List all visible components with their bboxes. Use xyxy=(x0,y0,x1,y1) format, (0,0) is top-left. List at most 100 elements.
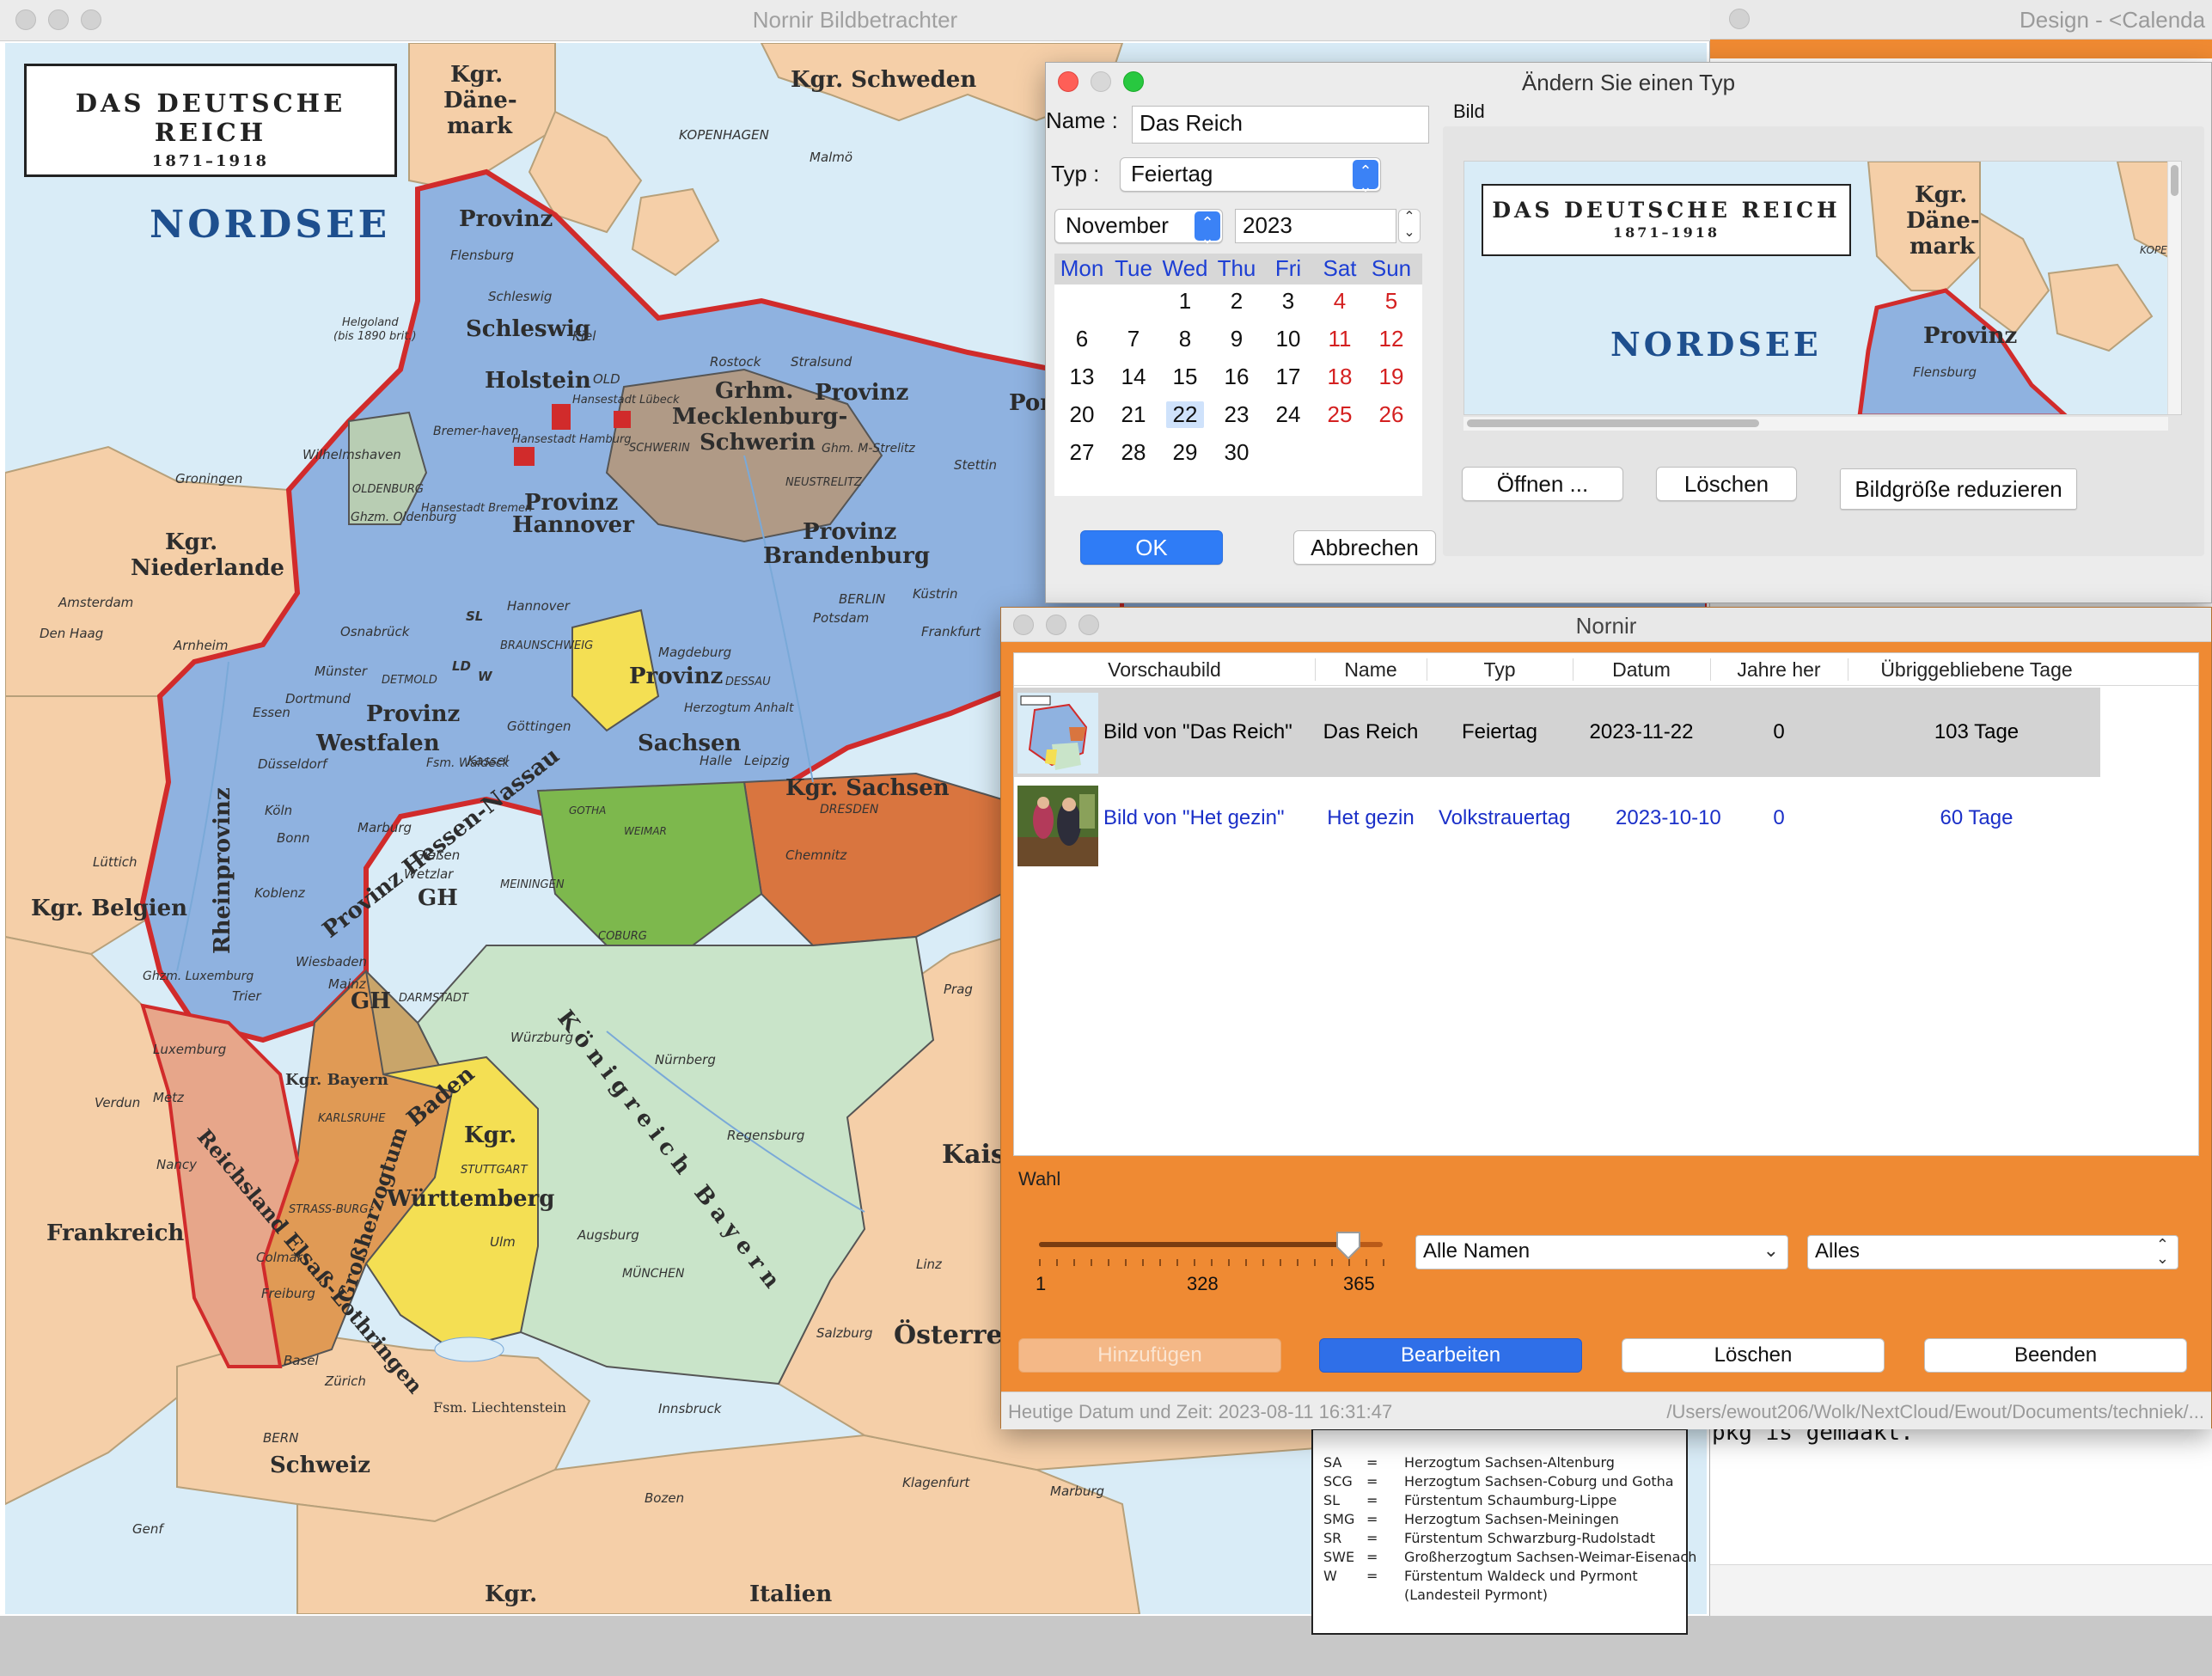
map-label: Schweiz xyxy=(270,1453,371,1478)
reduce-image-size-button[interactable]: Bildgröße reduzieren xyxy=(1840,468,2077,510)
map-label: Marburg xyxy=(1050,1483,1105,1499)
calendar-day[interactable]: 25 xyxy=(1321,401,1359,428)
calendar-day[interactable]: 10 xyxy=(1269,326,1307,352)
calendar-day[interactable]: 13 xyxy=(1063,364,1101,390)
map-label: SCHWERIN xyxy=(629,442,690,455)
map-label: Württemberg xyxy=(387,1186,555,1212)
preview-horizontal-scrollbar[interactable] xyxy=(1463,417,2168,431)
calendar-day[interactable]: 6 xyxy=(1063,326,1101,352)
map-label: DESSAU xyxy=(725,676,771,688)
cancel-button[interactable]: Abbrechen xyxy=(1293,530,1436,565)
updown-arrows-icon: ⌃ ⌄ xyxy=(1195,211,1220,246)
year-field[interactable]: 2023 xyxy=(1235,209,1396,243)
ok-button[interactable]: OK xyxy=(1080,530,1223,565)
preview-sea-label: NORDSEE xyxy=(1610,325,1822,364)
map-label: Den Haag xyxy=(40,626,104,641)
delete-button[interactable]: Löschen xyxy=(1622,1338,1885,1373)
map-label: Provinz xyxy=(459,206,553,232)
table-header: Vorschaubild Name Typ Datum Jahre her Üb… xyxy=(1014,653,2198,686)
column-header-preview[interactable]: Vorschaubild xyxy=(1014,658,1315,682)
preview-vertical-scrollbar[interactable] xyxy=(2167,162,2181,414)
map-label: Frankreich xyxy=(46,1220,185,1246)
calendar-day[interactable]: 5 xyxy=(1372,288,1410,315)
calendar-day[interactable]: 21 xyxy=(1115,401,1152,428)
table-row[interactable]: Bild von "Das Reich" Das Reich Feiertag … xyxy=(1014,688,2100,777)
slider-tick xyxy=(1211,1259,1213,1266)
calendar-day-selected[interactable]: 22 xyxy=(1166,401,1204,428)
weekday-header: Tue xyxy=(1115,255,1152,281)
map-label: BERLIN xyxy=(839,591,886,607)
calendar-day[interactable]: 19 xyxy=(1372,364,1410,390)
calendar-day[interactable]: 27 xyxy=(1063,439,1101,466)
calendar-day[interactable]: 2 xyxy=(1218,288,1256,315)
calendar-day[interactable]: 16 xyxy=(1218,364,1256,390)
open-button[interactable]: Öffnen ... xyxy=(1462,467,1623,501)
map-label: Däne- xyxy=(1906,208,1980,234)
month-select[interactable]: November ⌃ ⌄ xyxy=(1054,209,1223,246)
map-label: Grhm. xyxy=(715,378,794,404)
calendar-day[interactable]: 12 xyxy=(1372,326,1410,352)
calendar-day[interactable]: 7 xyxy=(1115,326,1152,352)
map-label: GOTHA xyxy=(569,804,607,817)
table-row[interactable]: Bild von "Het gezin" Het gezin Volkstrau… xyxy=(1014,780,2100,870)
quit-button[interactable]: Beenden xyxy=(1924,1338,2187,1373)
column-header-remaining-days[interactable]: Übriggebliebene Tage xyxy=(1848,658,2105,682)
calendar-day[interactable]: 18 xyxy=(1321,364,1359,390)
days-slider-knob[interactable] xyxy=(1335,1230,1362,1261)
image-preview[interactable]: DAS DEUTSCHE REICH 1871–1918 NORDSEE Kgr… xyxy=(1463,161,2182,415)
calendar-day[interactable]: 3 xyxy=(1269,288,1307,315)
typ-select[interactable]: Feiertag ⌃ ⌄ xyxy=(1120,157,1381,194)
type-filter-select[interactable]: Alles ⌃ ⌄ xyxy=(1807,1235,2178,1269)
year-stepper[interactable]: ⌃ ⌄ xyxy=(1398,209,1421,243)
calendar-day[interactable]: 14 xyxy=(1115,364,1152,390)
events-table[interactable]: Vorschaubild Name Typ Datum Jahre her Üb… xyxy=(1013,652,2199,1156)
calendar-day[interactable]: 29 xyxy=(1166,439,1204,466)
nornir-window-title: Nornir xyxy=(1575,613,1637,639)
row-remaining-days: 60 Tage xyxy=(1940,806,2013,829)
calendar-day[interactable]: 11 xyxy=(1321,326,1359,352)
map-label: COBURG xyxy=(598,930,647,943)
nornir-window: Nornir Vorschaubild Name Typ Datum Jahre… xyxy=(1000,607,2212,1429)
column-header-years-ago[interactable]: Jahre her xyxy=(1710,658,1848,682)
map-label: Trier xyxy=(232,988,261,1004)
scrollbar-thumb[interactable] xyxy=(2171,165,2178,196)
slider-tick xyxy=(1262,1259,1264,1266)
close-button[interactable] xyxy=(1729,9,1750,29)
map-label: Essen xyxy=(253,705,290,720)
map-label: Nürnberg xyxy=(655,1052,716,1067)
map-label: Rostock xyxy=(710,354,761,370)
calendar-day[interactable]: 4 xyxy=(1321,288,1359,315)
row-years-ago: 0 xyxy=(1773,720,1785,743)
column-header-date[interactable]: Datum xyxy=(1573,658,1710,682)
calendar-day[interactable]: 23 xyxy=(1218,401,1256,428)
calendar-day[interactable]: 24 xyxy=(1269,401,1307,428)
column-header-type[interactable]: Typ xyxy=(1427,658,1573,682)
map-label: Salzburg xyxy=(816,1325,873,1341)
calendar-day[interactable]: 8 xyxy=(1166,326,1204,352)
delete-image-button[interactable]: Löschen xyxy=(1656,467,1797,501)
add-button[interactable]: Hinzufügen xyxy=(1018,1338,1281,1373)
calendar-day[interactable]: 28 xyxy=(1115,439,1152,466)
edit-button[interactable]: Bearbeiten xyxy=(1319,1338,1582,1373)
column-header-name[interactable]: Name xyxy=(1315,658,1427,682)
map-label: mark xyxy=(1910,234,1976,260)
calendar-day[interactable]: 1 xyxy=(1166,288,1204,315)
scrollbar-thumb[interactable] xyxy=(1467,419,1759,427)
calendar[interactable]: Mon Tue Wed Thu Fri Sat Sun 1 2 3 4 5 6 7 8 9 10 11 12 13 1… xyxy=(1054,254,1422,496)
map-label: Hansestadt Hamburg xyxy=(512,433,632,446)
calendar-day[interactable]: 9 xyxy=(1218,326,1256,352)
map-sea-label: NORDSEE xyxy=(150,203,391,247)
map-label: GH xyxy=(351,988,391,1014)
name-filter-select[interactable]: Alle Namen ⌄ xyxy=(1415,1235,1788,1269)
map-label: Kgr. Bayern xyxy=(285,1071,388,1089)
calendar-day[interactable]: 30 xyxy=(1218,439,1256,466)
calendar-day[interactable]: 26 xyxy=(1372,401,1410,428)
map-label: DETMOLD xyxy=(382,674,437,687)
map-label: Innsbruck xyxy=(658,1401,722,1416)
calendar-day[interactable]: 15 xyxy=(1166,364,1204,390)
map-label: KOPENHAGEN xyxy=(679,127,769,143)
calendar-day[interactable]: 17 xyxy=(1269,364,1307,390)
calendar-day[interactable]: 20 xyxy=(1063,401,1101,428)
map-label: Niederlande xyxy=(131,555,284,581)
name-field[interactable]: Das Reich xyxy=(1132,106,1429,144)
